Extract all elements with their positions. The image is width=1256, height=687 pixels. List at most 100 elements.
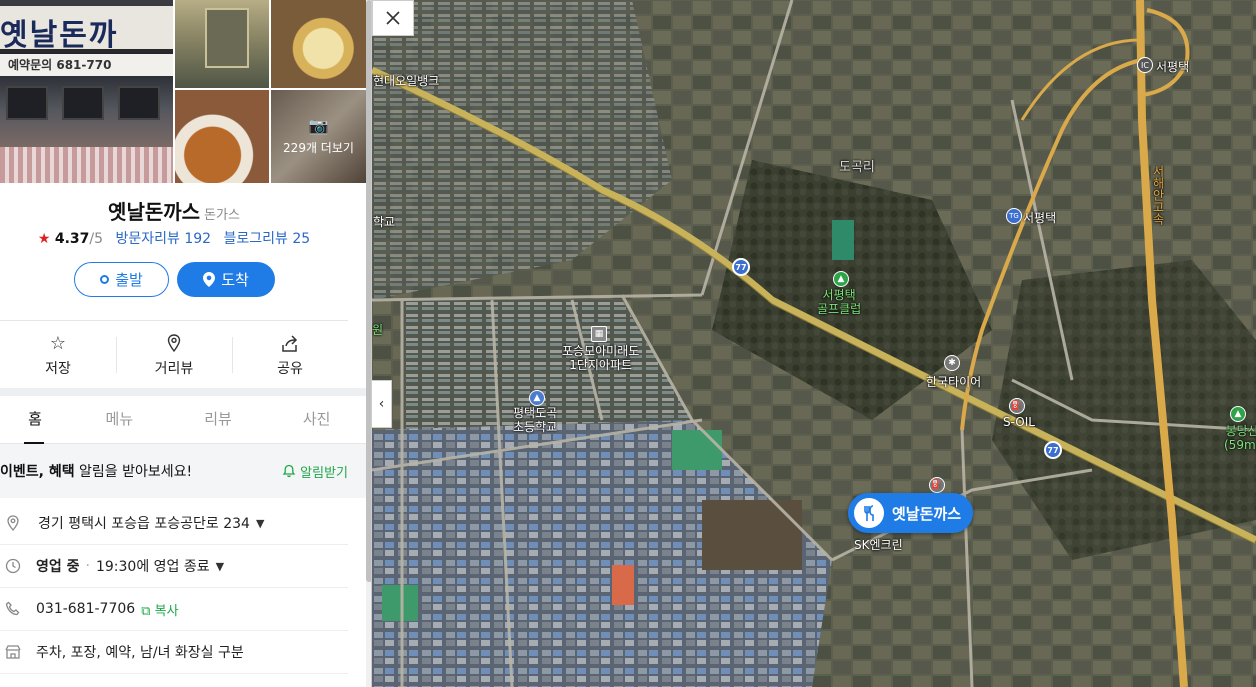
arrive-button[interactable]: 도착 — [177, 262, 275, 297]
school-icon[interactable]: ▲ — [529, 390, 545, 406]
gas-station-icon[interactable]: ⛽ — [929, 477, 945, 493]
location-icon — [7, 515, 19, 531]
hours-row[interactable]: 영업 중 · 19:30에 영업 종료 ▼ — [0, 545, 348, 588]
gas-station-icon[interactable]: ⛽ — [1009, 398, 1025, 414]
interchange-icon[interactable]: IC — [1137, 57, 1153, 73]
map-label-seopyeongtaek-ic[interactable]: 서평택 — [1156, 58, 1189, 75]
place-panel: 옛날돈까 예약문의 681-770 📷 229개 더보기 옛날돈까스 돈가스 ★ … — [0, 0, 372, 687]
photo-food-2[interactable] — [175, 90, 269, 183]
alert-banner: 이벤트, 혜택 알림을 받아보세요! 알림받기 — [0, 444, 366, 498]
photo-count: 229개 더보기 — [283, 141, 354, 155]
tab-bar: 홈 메뉴 리뷰 사진 — [0, 396, 366, 444]
street-view-button[interactable]: 거리뷰 — [116, 321, 232, 388]
map-label-dogok-ri: 도곡리 — [839, 160, 875, 175]
storefront-phone: 예약문의 681-770 — [0, 54, 173, 76]
facilities-text: 주차, 포장, 예약, 남/녀 화장실 구분 — [36, 645, 244, 661]
share-label: 공유 — [277, 360, 303, 377]
window — [62, 86, 104, 120]
route-buttons: 출발 도착 — [74, 262, 275, 297]
start-label: 출발 — [115, 271, 143, 289]
map-label-s-oil[interactable]: S-OIL — [1003, 415, 1035, 429]
star-icon: ★ — [37, 231, 51, 247]
chevron-down-icon: ▼ — [215, 559, 225, 573]
clock-icon — [5, 558, 21, 574]
rating-value: 4.37 — [54, 231, 90, 247]
map-label-hankook-tire[interactable]: 한국타이어 — [926, 373, 981, 390]
photo-gallery[interactable]: 옛날돈까 예약문의 681-770 📷 229개 더보기 — [0, 0, 366, 183]
tab-photos[interactable]: 사진 — [267, 396, 366, 443]
blog-reviews-link[interactable]: 블로그리뷰 25 — [224, 231, 311, 247]
window — [6, 86, 48, 120]
arrive-label: 도착 — [221, 271, 249, 289]
mountain-icon[interactable]: ▲ — [1230, 406, 1246, 422]
route-77-shield: 77 — [1044, 441, 1062, 459]
map-label-mountain[interactable]: 봉당산 (59m) — [1224, 424, 1256, 452]
tollgate-icon[interactable]: TG — [1006, 208, 1022, 224]
address-text: 경기 평택시 포승읍 포승공단로 234 — [38, 516, 250, 532]
close-panel-button[interactable] — [372, 0, 414, 36]
section-divider — [0, 388, 366, 396]
restaurant-icon — [854, 498, 884, 528]
address-row[interactable]: 경기 평택시 포승읍 포승공단로 234 ▼ — [0, 502, 348, 545]
copy-button[interactable]: ⧉ 복사 — [141, 600, 178, 619]
collapse-panel-button[interactable]: ‹ — [372, 380, 392, 428]
rating-line: ★ 4.37/5 방문자리뷰 192 블로그리뷰 25 — [0, 228, 348, 248]
share-button[interactable]: 공유 — [232, 321, 348, 388]
storefront-sign: 옛날돈까 — [0, 6, 173, 53]
store-icon — [5, 645, 21, 659]
camera-icon: 📷 — [308, 116, 329, 135]
more-photos-button[interactable]: 📷 229개 더보기 — [271, 90, 366, 183]
bell-icon — [282, 464, 296, 478]
save-label: 저장 — [45, 360, 71, 377]
star-outline-icon: ☆ — [49, 332, 67, 354]
save-button[interactable]: ☆ 저장 — [0, 321, 116, 388]
closing-time: 19:30에 영업 종료 — [95, 559, 210, 575]
alert-text: 이벤트, 혜택 알림을 받아보세요! — [0, 464, 193, 480]
action-row: ☆ 저장 거리뷰 공유 — [0, 320, 348, 388]
tab-home[interactable]: 홈 — [0, 396, 70, 444]
alert-subscribe-button[interactable]: 알림받기 — [282, 462, 348, 481]
map-imagery — [372, 0, 1256, 687]
share-icon — [282, 334, 298, 352]
separator: · — [85, 558, 90, 574]
map-label-seopyeongtaek-tg[interactable]: 서평택 — [1023, 209, 1056, 226]
map-label-won: 원 — [372, 323, 384, 337]
apartment-icon[interactable]: ▦ — [591, 326, 607, 342]
map-label-hyundai-oilbank[interactable]: 현대오일뱅크 — [373, 72, 439, 89]
facilities-row: 주차, 포장, 예약, 남/녀 화장실 구분 — [0, 631, 348, 674]
photo-interior[interactable] — [175, 0, 269, 88]
tab-reviews[interactable]: 리뷰 — [169, 396, 268, 443]
place-marker[interactable]: 옛날돈까스 — [848, 493, 974, 533]
map-label-school[interactable]: 학교 — [373, 213, 395, 230]
visitor-reviews-link[interactable]: 방문자리뷰 192 — [115, 231, 211, 247]
awning — [0, 147, 173, 183]
route-77-shield: 77 — [732, 258, 750, 276]
satellite-map[interactable]: 현대오일뱅크 IC 서평택 도곡리 학교 TG 서평택 서해안고속 77 ▲ 서… — [372, 0, 1256, 687]
phone-row: 031-681-7706 ⧉ 복사 — [0, 588, 348, 631]
start-button[interactable]: 출발 — [74, 262, 169, 297]
photo-food-1[interactable] — [271, 0, 366, 88]
marker-label: 옛날돈까스 — [892, 504, 962, 523]
map-label-elementary-school[interactable]: 평택도곡 초등학교 — [513, 406, 557, 434]
place-category: 돈가스 — [204, 208, 240, 223]
close-icon — [386, 11, 400, 25]
tab-menu[interactable]: 메뉴 — [70, 396, 169, 443]
open-status: 영업 중 — [36, 559, 80, 575]
photo-storefront[interactable]: 옛날돈까 예약문의 681-770 — [0, 0, 173, 183]
map-pin-outline-icon — [167, 333, 181, 352]
place-header: 옛날돈까스 돈가스 — [0, 196, 348, 225]
street-view-label: 거리뷰 — [154, 360, 194, 377]
chevron-left-icon: ‹ — [378, 396, 385, 412]
map-label-seohaean-expressway: 서해안고속 — [1151, 165, 1165, 225]
map-pin-icon — [203, 272, 216, 287]
origin-dot-icon — [100, 275, 110, 284]
map-label-sk-encrean[interactable]: SK엔크린 — [854, 536, 903, 553]
map-label-golf-club[interactable]: 서평택 골프클럽 — [817, 288, 861, 316]
chevron-down-icon: ▼ — [255, 516, 265, 530]
copy-icon: ⧉ — [141, 603, 151, 619]
golf-icon[interactable]: ▲ — [833, 271, 849, 287]
factory-icon[interactable]: ✱ — [944, 355, 960, 371]
phone-number[interactable]: 031-681-7706 — [36, 601, 135, 617]
alert-button-label: 알림받기 — [300, 465, 348, 481]
map-label-apartment[interactable]: 포승모아미래도 1단지아파트 — [562, 344, 639, 372]
